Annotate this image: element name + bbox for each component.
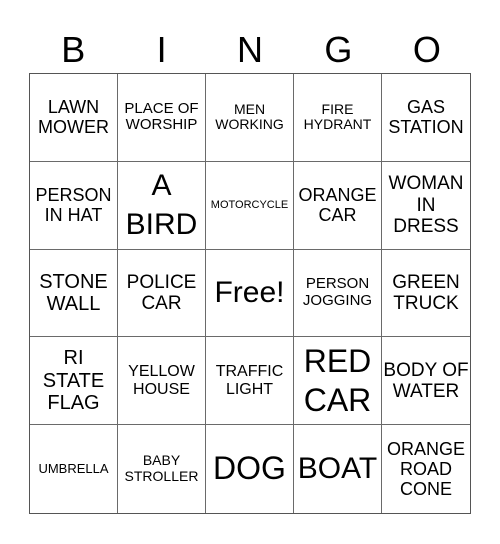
bingo-cell[interactable]: A BIRD: [118, 161, 206, 250]
free-space-cell[interactable]: Free!: [206, 249, 294, 338]
header-letter-o: O: [412, 29, 441, 70]
bingo-cell[interactable]: GREEN TRUCK: [382, 250, 470, 338]
bingo-cell[interactable]: STONE WALL: [30, 249, 118, 338]
bingo-cell[interactable]: ORANGE CAR: [294, 161, 382, 250]
bingo-cell[interactable]: ORANGE ROAD CONE: [382, 425, 470, 513]
bingo-cell[interactable]: RI STATE FLAG: [30, 337, 118, 426]
bingo-cell[interactable]: BOAT: [294, 425, 382, 513]
bingo-cell[interactable]: POLICE CAR: [118, 249, 206, 338]
bingo-cell[interactable]: BODY OF WATER: [382, 337, 470, 426]
bingo-cell[interactable]: MEN WORKING: [206, 74, 294, 162]
header-letter-b: B: [61, 29, 86, 70]
bingo-cell[interactable]: TRAFFIC LIGHT: [206, 337, 294, 426]
bingo-cell[interactable]: GAS STATION: [382, 74, 470, 162]
bingo-cell[interactable]: BABY STROLLER: [118, 425, 206, 513]
header-letter-g: G: [324, 29, 353, 70]
header-letter-n: N: [237, 29, 264, 70]
bingo-cell[interactable]: WOMAN IN DRESS: [382, 162, 470, 250]
bingo-cell[interactable]: YELLOW HOUSE: [118, 337, 206, 426]
bingo-cell[interactable]: PERSON JOGGING: [294, 249, 382, 338]
bingo-cell[interactable]: MOTORCYCLE: [206, 161, 294, 250]
bingo-cell[interactable]: DOG: [206, 425, 294, 513]
bingo-cell[interactable]: PERSON IN HAT: [30, 161, 118, 250]
bingo-grid: LAWN MOWER PLACE OF WORSHIP MEN WORKING …: [29, 73, 471, 514]
header-letter-i: I: [156, 29, 167, 70]
bingo-cell[interactable]: FIRE HYDRANT: [294, 74, 382, 162]
bingo-cell[interactable]: PLACE OF WORSHIP: [118, 74, 206, 162]
bingo-header: B I N G O: [29, 28, 471, 72]
bingo-cell[interactable]: UMBRELLA: [30, 425, 118, 513]
bingo-cell[interactable]: RED CAR: [294, 337, 382, 426]
bingo-cell[interactable]: LAWN MOWER: [30, 74, 118, 162]
